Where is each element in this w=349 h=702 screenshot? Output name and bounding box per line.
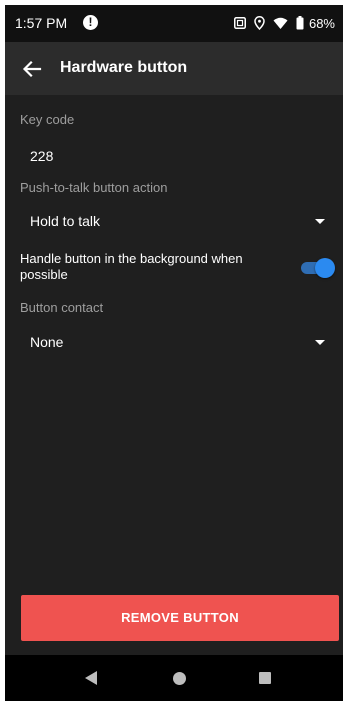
remove-button[interactable]: REMOVE BUTTON — [21, 595, 339, 641]
button-contact-dropdown[interactable]: None — [5, 326, 343, 358]
nav-home-icon[interactable] — [173, 672, 186, 685]
key-code-value[interactable]: 228 — [30, 148, 53, 164]
location-icon — [254, 16, 265, 30]
app-bar: Hardware button — [5, 42, 343, 95]
wifi-icon — [273, 17, 288, 30]
switch-thumb — [315, 258, 335, 278]
key-code-label: Key code — [20, 112, 75, 127]
nav-recents-icon[interactable] — [259, 672, 271, 684]
button-contact-label: Button contact — [20, 300, 104, 315]
ptt-action-value: Hold to talk — [30, 213, 101, 229]
caret-down-icon — [315, 219, 325, 224]
background-toggle-label: Handle button in the background when pos… — [20, 251, 243, 282]
system-nav-bar — [5, 655, 343, 701]
status-bar: 1:57 PM ! 68% — [5, 5, 343, 42]
screen: 1:57 PM ! 68% Hardware button Key code 2… — [5, 5, 343, 701]
nav-back-icon[interactable] — [85, 671, 97, 685]
background-toggle-switch[interactable] — [301, 257, 335, 279]
page-title: Hardware button — [60, 59, 188, 76]
ptt-action-dropdown[interactable]: Hold to talk — [5, 205, 343, 237]
battery-icon — [296, 16, 304, 30]
status-icons: 68% — [233, 13, 335, 33]
background-toggle-row[interactable]: Handle button in the background when pos… — [5, 249, 343, 287]
alert-icon: ! — [83, 15, 98, 30]
battery-percent: 68% — [308, 15, 335, 31]
device-frame: 1:57 PM ! 68% Hardware button Key code 2… — [0, 0, 349, 702]
status-time: 1:57 PM — [15, 15, 68, 31]
caret-down-icon — [315, 340, 325, 345]
screenshot-icon — [233, 17, 246, 29]
arrow-left-icon[interactable] — [19, 56, 45, 82]
ptt-action-label: Push-to-talk button action — [20, 180, 168, 195]
button-contact-value: None — [30, 334, 64, 350]
